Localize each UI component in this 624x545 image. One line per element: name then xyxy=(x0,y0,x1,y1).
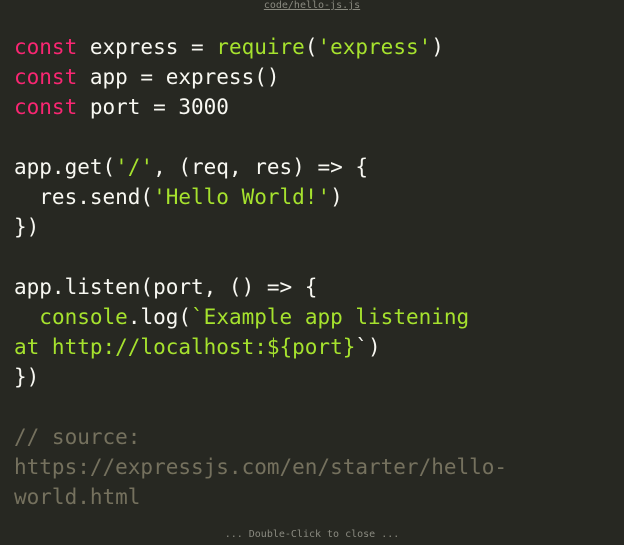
code-token: `) xyxy=(355,335,381,359)
code-token: express = xyxy=(77,35,217,59)
code-line: at http://localhost:${port}`) xyxy=(14,332,614,362)
comment-token: https://expressjs.com/en/starter/hello- xyxy=(14,455,508,479)
keyword-token: const xyxy=(14,35,78,59)
string-token: '/' xyxy=(115,155,154,179)
code-token: app.listen(port, () => { xyxy=(14,275,318,299)
keyword-token: const xyxy=(14,95,78,119)
code-token: , (req, res) => { xyxy=(153,155,369,179)
code-token: ) xyxy=(330,185,343,209)
code-line: res.send('Hello World!') xyxy=(14,182,614,212)
string-token: `Example app listening xyxy=(191,305,470,329)
code-token: }) xyxy=(14,365,40,389)
code-token: ( xyxy=(304,35,318,59)
code-line: https://expressjs.com/en/starter/hello- xyxy=(14,452,614,482)
code-token: }) xyxy=(14,215,40,239)
code-token: app = express() xyxy=(77,65,280,89)
code-token: port = 3000 xyxy=(77,95,229,119)
code-line: const express = require('express') xyxy=(14,32,614,62)
string-token: at http://localhost:${port} xyxy=(14,335,356,359)
comment-token: world.html xyxy=(14,485,141,509)
close-hint: ... Double-Click to close ... xyxy=(224,529,400,540)
string-token: 'express' xyxy=(317,35,432,59)
code-token: app.get( xyxy=(14,155,116,179)
file-path-link[interactable]: code/hello-js.js xyxy=(0,0,624,12)
code-token: res.send( xyxy=(14,185,154,209)
function-token: console xyxy=(39,305,128,329)
code-block: const express = require('express') const … xyxy=(14,32,614,512)
code-line: }) xyxy=(14,362,614,392)
code-line: const app = express() xyxy=(14,62,614,92)
code-line: // source: xyxy=(14,422,614,452)
code-line: app.listen(port, () => { xyxy=(14,272,614,302)
code-line: app.get('/', (req, res) => { xyxy=(14,152,614,182)
keyword-token: const xyxy=(14,65,78,89)
code-line: world.html xyxy=(14,482,614,512)
function-token: require xyxy=(216,35,305,59)
string-token: 'Hello World!' xyxy=(153,185,331,209)
code-line: console.log(`Example app listening xyxy=(14,302,614,332)
code-token: .log( xyxy=(127,305,192,329)
code-token: ) xyxy=(431,35,444,59)
code-line: const port = 3000 xyxy=(14,92,614,122)
code-viewer-window[interactable]: code/hello-js.js const express = require… xyxy=(0,0,624,545)
code-line: }) xyxy=(14,212,614,242)
comment-token: // source: xyxy=(14,425,141,449)
